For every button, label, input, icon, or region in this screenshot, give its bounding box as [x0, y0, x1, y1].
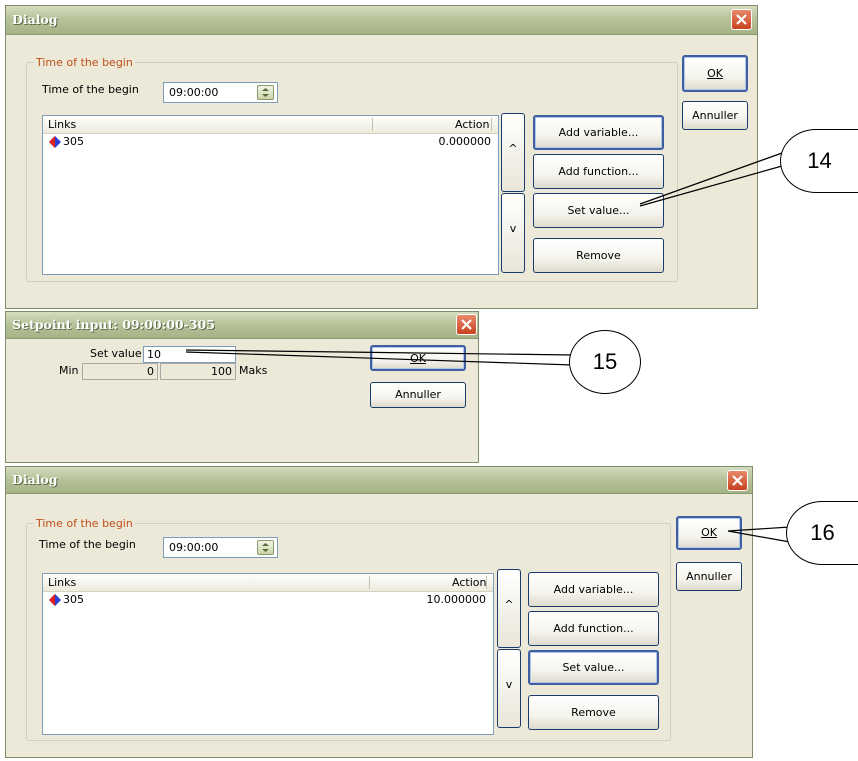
close-icon[interactable]	[727, 470, 748, 491]
ok-label: OK	[701, 526, 717, 539]
variable-icon	[49, 136, 61, 148]
move-up-button[interactable]: ^	[497, 569, 521, 648]
set-value-button[interactable]: Set value...	[528, 650, 659, 685]
set-value-button[interactable]: Set value...	[533, 193, 664, 228]
cancel-label: Annuller	[692, 109, 738, 122]
time-spinner[interactable]	[257, 85, 274, 100]
column-header-action[interactable]: Action	[452, 576, 486, 589]
min-label: Min	[59, 364, 79, 377]
row-action: 0.000000	[438, 135, 492, 148]
links-list[interactable]: Links Action 305 10.000000	[42, 573, 494, 735]
move-down-button[interactable]: v	[497, 649, 521, 728]
cancel-button[interactable]: Annuller	[676, 562, 742, 591]
list-header: Links Action	[43, 116, 498, 134]
list-row[interactable]: 305 10.000000	[44, 592, 492, 608]
move-up-button[interactable]: ^	[501, 113, 525, 192]
column-header-links[interactable]: Links	[48, 118, 76, 131]
list-header: Links Action	[43, 574, 493, 592]
spinner-arrows-icon	[262, 543, 269, 552]
row-action: 10.000000	[426, 593, 487, 606]
title-bar[interactable]: Setpoint input: 09:00:00-305	[6, 312, 478, 339]
column-header-action[interactable]: Action	[455, 118, 489, 131]
remove-button[interactable]: Remove	[533, 238, 664, 273]
add-function-button[interactable]: Add function...	[528, 611, 659, 646]
ok-label: OK	[707, 67, 723, 80]
max-value: 100	[160, 363, 236, 380]
add-variable-button[interactable]: Add variable...	[533, 115, 664, 150]
close-icon[interactable]	[731, 9, 752, 30]
cancel-button[interactable]: Annuller	[370, 382, 466, 408]
time-label: Time of the begin	[42, 83, 139, 96]
callout-16: 16	[786, 501, 858, 565]
spinner-arrows-icon	[262, 88, 269, 97]
set-value-label: Set value:	[90, 347, 146, 360]
column-header-links[interactable]: Links	[48, 576, 76, 589]
max-label: Maks	[239, 364, 268, 377]
cancel-label: Annuller	[686, 570, 732, 583]
set-value-input[interactable]: 10	[143, 346, 236, 363]
setpoint-input-window: Setpoint input: 09:00:00-305 Set value: …	[5, 311, 479, 463]
title-bar[interactable]: Dialog	[6, 6, 757, 35]
time-spinner[interactable]	[257, 540, 274, 555]
row-link: 305	[63, 135, 84, 148]
window-title: Dialog	[12, 12, 58, 27]
remove-button[interactable]: Remove	[528, 695, 659, 730]
window-title: Dialog	[12, 472, 58, 487]
callout-15: 15	[569, 330, 641, 394]
variable-icon	[49, 594, 61, 606]
min-value: 0	[82, 363, 158, 380]
row-link: 305	[63, 593, 84, 606]
window-title: Setpoint input: 09:00:00-305	[12, 317, 215, 332]
ok-button[interactable]: OK	[676, 516, 742, 550]
time-label: Time of the begin	[39, 538, 136, 551]
add-function-button[interactable]: Add function...	[533, 154, 664, 189]
title-bar[interactable]: Dialog	[6, 467, 752, 494]
dialog-window-3: Dialog Time of the begin Time of the beg…	[5, 466, 753, 758]
move-down-button[interactable]: v	[501, 193, 525, 273]
group-label: Time of the begin	[34, 56, 135, 69]
cancel-label: Annuller	[395, 388, 441, 401]
add-variable-button[interactable]: Add variable...	[528, 572, 659, 607]
ok-label: OK	[410, 352, 426, 365]
callout-14: 14	[780, 129, 858, 193]
links-list[interactable]: Links Action 305 0.000000	[42, 115, 499, 275]
ok-button[interactable]: OK	[682, 55, 748, 92]
close-icon[interactable]	[456, 314, 477, 335]
group-label: Time of the begin	[34, 517, 135, 530]
dialog-window-1: Dialog Time of the begin Time of the beg…	[5, 5, 758, 309]
cancel-button[interactable]: Annuller	[682, 101, 748, 130]
ok-button[interactable]: OK	[370, 345, 466, 371]
list-row[interactable]: 305 0.000000	[44, 134, 497, 150]
